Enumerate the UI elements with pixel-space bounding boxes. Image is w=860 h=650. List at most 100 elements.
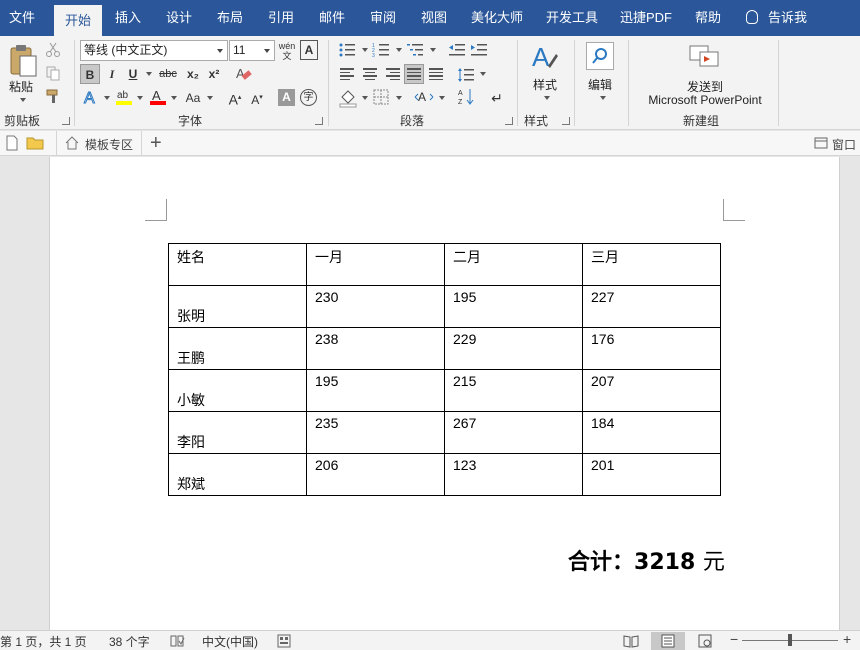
cut-icon[interactable] xyxy=(45,42,61,58)
tab-beautify[interactable]: 美化大师 xyxy=(466,0,528,36)
sort-icon[interactable]: AZ xyxy=(457,87,475,107)
total-line[interactable]: 合计：3218 元 xyxy=(568,544,725,576)
chinese-layout-dropdown-icon[interactable] xyxy=(439,96,445,100)
zoom-in-icon[interactable]: + xyxy=(843,631,851,647)
header-cell-name[interactable]: 姓名 xyxy=(169,244,307,286)
header-cell-feb[interactable]: 二月 xyxy=(445,244,583,286)
new-document-icon[interactable] xyxy=(4,135,20,151)
editing-button[interactable]: 编辑 xyxy=(584,40,620,106)
underline-button[interactable]: U xyxy=(124,64,142,84)
name-cell[interactable]: 王鹏 xyxy=(169,328,307,370)
format-painter-icon[interactable] xyxy=(45,88,61,104)
text-effects-dropdown-icon[interactable] xyxy=(104,96,110,100)
value-cell[interactable]: 267 xyxy=(445,412,583,454)
align-right-icon[interactable] xyxy=(386,68,400,82)
font-size-combo[interactable]: 11 xyxy=(229,40,275,61)
value-cell[interactable]: 230 xyxy=(307,286,445,328)
font-color-dropdown-icon[interactable] xyxy=(171,96,177,100)
tab-pdf[interactable]: 迅捷PDF xyxy=(616,0,676,36)
font-color-icon[interactable]: A xyxy=(148,87,168,107)
justify-button[interactable] xyxy=(404,64,424,84)
tab-mailings[interactable]: 邮件 xyxy=(309,0,355,36)
show-marks-icon[interactable]: ↵ xyxy=(490,88,504,108)
value-cell[interactable]: 238 xyxy=(307,328,445,370)
enclose-characters-icon[interactable]: 字 xyxy=(300,89,317,106)
highlight-dropdown-icon[interactable] xyxy=(137,96,143,100)
tab-help[interactable]: 帮助 xyxy=(688,0,728,36)
change-case-button[interactable]: Aa xyxy=(181,88,205,108)
name-cell[interactable]: 李阳 xyxy=(169,412,307,454)
page[interactable]: 姓名 一月 二月 三月 张明 230 195 227 王鹏 238 229 17… xyxy=(49,157,840,630)
zoom-slider-thumb[interactable] xyxy=(788,634,792,646)
shading-icon[interactable] xyxy=(338,88,358,108)
value-cell[interactable]: 207 xyxy=(583,370,721,412)
window-icon[interactable] xyxy=(814,137,828,149)
decrease-indent-icon[interactable] xyxy=(448,42,466,58)
distributed-icon[interactable] xyxy=(429,68,443,82)
tab-layout[interactable]: 布局 xyxy=(207,0,253,36)
tab-file[interactable]: 文件 xyxy=(0,0,44,36)
value-cell[interactable]: 229 xyxy=(445,328,583,370)
value-cell[interactable]: 227 xyxy=(583,286,721,328)
language-status[interactable]: 中文(中国) xyxy=(202,633,258,650)
styles-button[interactable]: A 样式 xyxy=(526,40,564,106)
macro-icon[interactable] xyxy=(277,634,291,648)
paste-dropdown-icon[interactable] xyxy=(20,98,26,102)
tell-me-box[interactable]: 告诉我 xyxy=(746,0,807,36)
shrink-font-icon[interactable]: A▾ xyxy=(248,88,266,108)
name-cell[interactable]: 小敏 xyxy=(169,370,307,412)
borders-dropdown-icon[interactable] xyxy=(396,96,402,100)
phonetic-guide-icon[interactable]: wén文 xyxy=(278,41,296,61)
clipboard-launcher-icon[interactable] xyxy=(62,117,70,125)
tab-design[interactable]: 设计 xyxy=(156,0,202,36)
value-cell[interactable]: 201 xyxy=(583,454,721,496)
align-left-icon[interactable] xyxy=(340,68,354,82)
value-cell[interactable]: 235 xyxy=(307,412,445,454)
text-effects-icon[interactable]: A xyxy=(82,87,102,107)
tab-developer[interactable]: 开发工具 xyxy=(540,0,604,36)
grow-font-icon[interactable]: A▴ xyxy=(226,88,244,108)
highlight-icon[interactable]: ab xyxy=(114,87,134,107)
tab-view[interactable]: 视图 xyxy=(411,0,457,36)
word-count[interactable]: 38 个字 xyxy=(109,633,150,650)
subscript-button[interactable]: x₂ xyxy=(183,64,203,84)
increase-indent-icon[interactable] xyxy=(470,42,488,58)
numbering-dropdown-icon[interactable] xyxy=(396,48,402,52)
change-case-dropdown-icon[interactable] xyxy=(207,96,213,100)
paragraph-launcher-icon[interactable] xyxy=(505,117,513,125)
multilevel-dropdown-icon[interactable] xyxy=(430,48,436,52)
value-cell[interactable]: 206 xyxy=(307,454,445,496)
print-layout-button[interactable] xyxy=(651,632,685,650)
value-cell[interactable]: 195 xyxy=(307,370,445,412)
name-cell[interactable]: 郑斌 xyxy=(169,454,307,496)
multilevel-list-icon[interactable] xyxy=(406,42,424,58)
value-cell[interactable]: 195 xyxy=(445,286,583,328)
value-cell[interactable]: 176 xyxy=(583,328,721,370)
borders-icon[interactable] xyxy=(372,88,390,106)
bold-button[interactable]: B xyxy=(80,64,100,84)
line-spacing-dropdown-icon[interactable] xyxy=(480,72,486,76)
tab-insert[interactable]: 插入 xyxy=(105,0,151,36)
font-name-combo[interactable]: 等线 (中文正文) xyxy=(80,40,228,61)
proofing-icon[interactable] xyxy=(169,634,185,648)
clear-formatting-icon[interactable]: A xyxy=(234,65,252,83)
header-cell-mar[interactable]: 三月 xyxy=(583,244,721,286)
character-border-icon[interactable]: A xyxy=(300,40,318,60)
tab-home[interactable]: 开始 xyxy=(54,5,102,36)
superscript-button[interactable]: x² xyxy=(204,64,224,84)
header-cell-jan[interactable]: 一月 xyxy=(307,244,445,286)
tab-template-zone[interactable]: 模板专区 xyxy=(56,131,142,156)
open-folder-icon[interactable] xyxy=(26,135,44,151)
name-cell[interactable]: 张明 xyxy=(169,286,307,328)
tab-references[interactable]: 引用 xyxy=(258,0,304,36)
italic-button[interactable]: I xyxy=(103,64,121,84)
paste-button[interactable]: 粘贴 xyxy=(4,40,40,106)
tab-review[interactable]: 审阅 xyxy=(360,0,406,36)
add-tab-icon[interactable]: + xyxy=(150,132,162,154)
line-spacing-icon[interactable] xyxy=(457,66,475,84)
page-count[interactable]: 第 1 页，共 1 页 xyxy=(0,633,87,650)
character-shading-icon[interactable]: A xyxy=(278,89,295,106)
value-cell[interactable]: 184 xyxy=(583,412,721,454)
numbering-icon[interactable]: 123 xyxy=(372,42,390,58)
strikethrough-button[interactable]: abc xyxy=(155,64,181,84)
